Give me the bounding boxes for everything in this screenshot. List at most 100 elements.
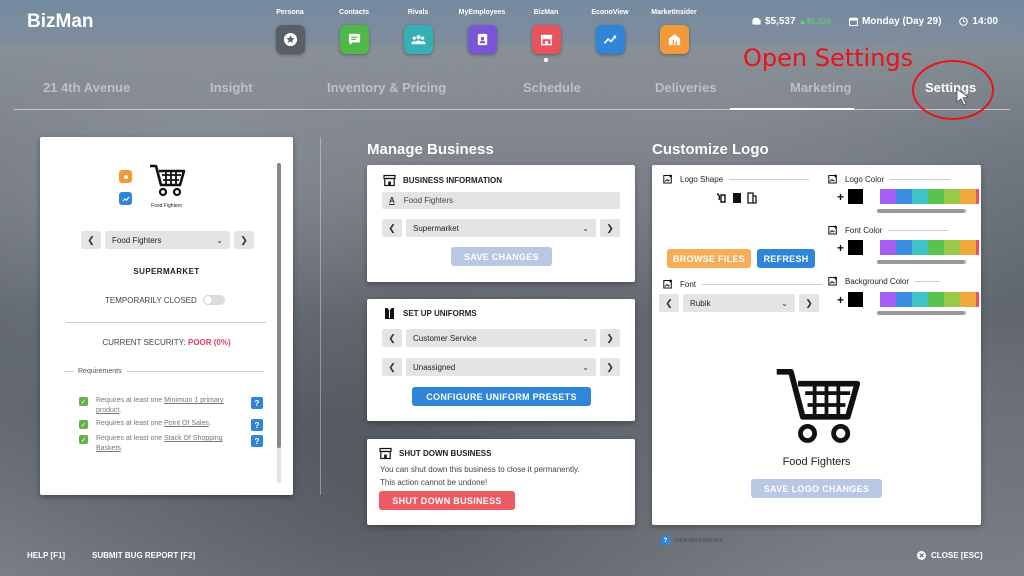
font-color-swatches: +	[837, 240, 980, 255]
color-swatch[interactable]	[960, 240, 977, 255]
font-color-scrollbar[interactable]	[877, 260, 967, 264]
color-swatch[interactable]	[896, 240, 913, 255]
color-swatch[interactable]	[928, 189, 945, 204]
add-color-icon[interactable]: +	[837, 241, 844, 255]
prev-font-button[interactable]: ❮	[659, 294, 679, 312]
uniform-role-select[interactable]: Customer Service ⌄	[406, 329, 596, 347]
color-swatch[interactable]	[880, 292, 897, 307]
refresh-button[interactable]: REFRESH	[757, 249, 815, 268]
business-select-value: Food Fighters	[112, 235, 162, 245]
marketinsider-icon[interactable]	[659, 25, 689, 54]
tab-insight[interactable]: Insight	[210, 80, 253, 95]
shape-option-icon[interactable]	[746, 192, 758, 204]
wallet-icon	[752, 17, 761, 25]
logo-color-scrollbar[interactable]	[877, 209, 967, 213]
requirement-link[interactable]: Point Of Sales	[164, 420, 209, 427]
temporarily-closed-toggle[interactable]	[202, 295, 225, 305]
save-logo-changes-button[interactable]: SAVE LOGO CHANGES	[751, 479, 882, 498]
next-business-button[interactable]: ❯	[234, 231, 254, 249]
time-value: 14:00	[972, 16, 998, 27]
card-header-label: SHUT DOWN BUSINESS	[399, 449, 492, 458]
store-icon	[379, 447, 392, 460]
business-name-input[interactable]: A Food Fighters	[382, 192, 620, 209]
background-color-scrollbar[interactable]	[877, 311, 967, 315]
configure-uniform-presets-button[interactable]: CONFIGURE UNIFORM PRESETS	[412, 387, 591, 406]
chevron-down-icon: ⌄	[582, 223, 589, 233]
add-color-icon[interactable]: +	[837, 293, 844, 307]
color-swatch[interactable]	[928, 240, 945, 255]
color-swatch[interactable]	[976, 189, 980, 204]
next-role-button[interactable]: ❯	[600, 329, 620, 347]
requirement-suffix: .	[120, 445, 123, 452]
tab-active-underline	[730, 108, 854, 110]
help-link[interactable]: HELP [F1]	[27, 551, 65, 560]
tab-marketing[interactable]: Marketing	[790, 80, 851, 95]
econoview-icon[interactable]	[595, 25, 625, 54]
panel-scrollbar[interactable]	[277, 163, 281, 483]
employees-icon[interactable]	[467, 25, 497, 54]
tab-inventory-pricing[interactable]: Inventory & Pricing	[327, 80, 446, 95]
color-swatch[interactable]	[944, 240, 961, 255]
app-rivals[interactable]: Rivals	[386, 9, 450, 62]
color-swatch[interactable]	[896, 189, 913, 204]
chevron-down-icon: ⌄	[216, 235, 223, 245]
save-changes-button[interactable]: SAVE CHANGES	[451, 247, 552, 266]
prev-business-button[interactable]: ❮	[81, 231, 101, 249]
shape-option-icon[interactable]	[715, 192, 729, 204]
shopping-cart-logo-icon	[776, 368, 861, 443]
color-swatch[interactable]	[976, 292, 980, 307]
selected-color-swatch[interactable]	[848, 189, 864, 204]
next-preset-button[interactable]: ❯	[600, 358, 620, 376]
business-select[interactable]: Food Fighters ⌄	[105, 231, 230, 249]
help-button[interactable]: ?	[251, 419, 263, 431]
color-swatch[interactable]	[960, 292, 977, 307]
sign-appearance-link[interactable]: ? SIGN APPEARANCE	[661, 536, 723, 545]
persona-icon[interactable]	[275, 25, 305, 54]
shape-option-icon[interactable]	[731, 192, 743, 204]
prev-preset-button[interactable]: ❮	[382, 358, 402, 376]
chevron-down-icon: ⌄	[582, 333, 589, 343]
tab-address[interactable]: 21 4th Avenue	[43, 80, 130, 95]
shut-down-business-button[interactable]: SHUT DOWN BUSINESS	[379, 491, 515, 510]
selected-color-swatch[interactable]	[848, 240, 864, 255]
selected-color-swatch[interactable]	[848, 292, 864, 307]
add-color-icon[interactable]: +	[837, 190, 844, 204]
prev-role-button[interactable]: ❮	[382, 329, 402, 347]
app-bizman[interactable]: BizMan	[514, 9, 578, 62]
close-button[interactable]: ✕ CLOSE [ESC]	[917, 551, 983, 560]
color-swatch[interactable]	[912, 240, 929, 255]
app-myemployees[interactable]: MyEmployees	[450, 9, 514, 62]
color-swatch[interactable]	[960, 189, 977, 204]
uniform-preset-select[interactable]: Unassigned ⌄	[406, 358, 596, 376]
uniforms-header: SET UP UNIFORMS	[383, 307, 477, 320]
color-swatch[interactable]	[928, 292, 945, 307]
help-button[interactable]: ?	[251, 397, 263, 409]
tab-deliveries[interactable]: Deliveries	[655, 80, 716, 95]
color-swatch[interactable]	[912, 189, 929, 204]
scrollbar-thumb[interactable]	[277, 163, 281, 448]
color-swatch[interactable]	[976, 240, 980, 255]
contacts-icon[interactable]	[339, 25, 369, 54]
tab-schedule[interactable]: Schedule	[523, 80, 581, 95]
color-swatch[interactable]	[944, 292, 961, 307]
browse-files-button[interactable]: BROWSE FILES	[667, 249, 751, 268]
business-type-select[interactable]: Supermarket ⌄	[406, 219, 596, 237]
submit-bug-report-link[interactable]: SUBMIT BUG REPORT [F2]	[92, 551, 195, 560]
money-change: ▲$5,334	[798, 17, 831, 26]
app-persona[interactable]: Persona	[258, 9, 322, 62]
next-font-button[interactable]: ❯	[799, 294, 819, 312]
color-swatch[interactable]	[880, 189, 897, 204]
app-contacts[interactable]: Contacts	[322, 9, 386, 62]
color-swatch[interactable]	[944, 189, 961, 204]
app-marketinsider[interactable]: MarketInsider	[642, 9, 706, 62]
prev-type-button[interactable]: ❮	[382, 219, 402, 237]
color-swatch[interactable]	[912, 292, 929, 307]
help-button[interactable]: ?	[251, 435, 263, 447]
next-type-button[interactable]: ❯	[600, 219, 620, 237]
color-swatch[interactable]	[896, 292, 913, 307]
rivals-icon[interactable]	[403, 25, 433, 54]
app-econoview[interactable]: EconoView	[578, 9, 642, 62]
color-swatch[interactable]	[880, 240, 897, 255]
font-select[interactable]: Rubik ⌄	[683, 294, 795, 312]
bizman-icon[interactable]	[531, 25, 561, 54]
